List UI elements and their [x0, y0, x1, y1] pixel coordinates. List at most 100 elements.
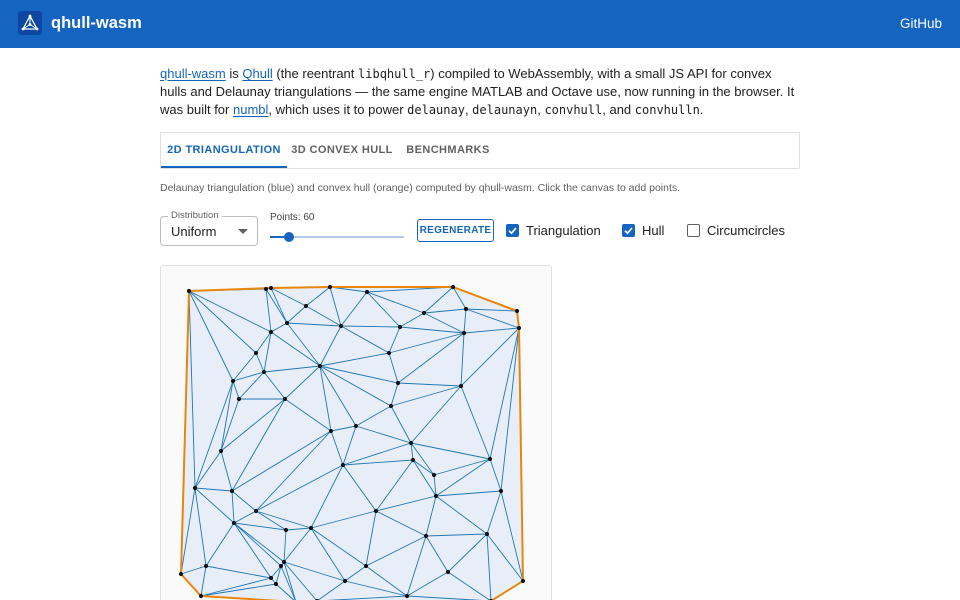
- data-point: [328, 428, 334, 434]
- data-point: [231, 520, 237, 526]
- libqhull-code: libqhull_r: [358, 67, 431, 81]
- data-point: [282, 396, 288, 402]
- delaunayn-code: delaunayn: [472, 103, 538, 117]
- data-point: [421, 310, 427, 316]
- tab-3d-convex-hull[interactable]: 3D CONVEX HULL: [287, 133, 397, 168]
- data-point: [364, 289, 370, 295]
- data-point: [386, 350, 392, 356]
- data-point: [445, 569, 451, 575]
- data-point: [340, 462, 346, 468]
- data-point: [198, 593, 204, 599]
- data-point: [192, 485, 198, 491]
- data-point: [498, 488, 504, 494]
- data-point: [353, 423, 359, 429]
- app-title: qhull-wasm: [51, 14, 142, 32]
- github-link[interactable]: GitHub: [900, 16, 942, 31]
- data-point: [487, 456, 493, 462]
- data-point: [178, 571, 184, 577]
- circumcircles-checkbox[interactable]: Circumcircles: [687, 223, 787, 239]
- data-point: [395, 380, 401, 386]
- tab-benchmarks[interactable]: BENCHMARKS: [399, 133, 497, 168]
- data-point: [203, 563, 209, 569]
- data-point: [261, 369, 267, 375]
- check-icon: [622, 224, 635, 237]
- qhull-wasm-link[interactable]: qhull-wasm: [160, 66, 226, 81]
- data-point: [338, 323, 344, 329]
- data-point: [516, 325, 522, 331]
- distribution-value: Uniform: [171, 224, 217, 239]
- hull-checkbox[interactable]: Hull: [622, 223, 672, 239]
- convhulln-code: convhulln: [634, 103, 700, 117]
- data-point: [410, 457, 416, 463]
- data-point: [520, 578, 526, 584]
- data-point: [373, 508, 379, 514]
- data-point: [433, 493, 439, 499]
- triangulation-plot: [178, 284, 526, 600]
- data-point: [514, 308, 520, 314]
- app-bar: qhull-wasm GitHub: [0, 0, 960, 48]
- data-point: [484, 531, 490, 537]
- data-point: [273, 581, 279, 587]
- data-point: [308, 525, 314, 531]
- data-point: [236, 396, 242, 402]
- data-point: [408, 440, 414, 446]
- triangulation-canvas[interactable]: [160, 265, 552, 600]
- numbl-link[interactable]: numbl: [233, 102, 268, 117]
- intro-text: is: [225, 66, 243, 81]
- data-point: [423, 533, 429, 539]
- data-point: [284, 320, 290, 326]
- data-point: [230, 378, 236, 384]
- canvas-caption: Delaunay triangulation (blue) and convex…: [160, 182, 681, 194]
- intro-text: , which uses it to power: [268, 102, 408, 117]
- data-point: [397, 324, 403, 330]
- data-point: [431, 472, 437, 478]
- data-point: [268, 285, 274, 291]
- data-point: [461, 330, 467, 336]
- data-point: [281, 559, 287, 565]
- triangle-mesh-icon: [18, 11, 42, 35]
- data-point: [253, 508, 259, 514]
- data-point: [450, 284, 456, 290]
- convhull-code: convhull: [544, 103, 603, 117]
- data-point: [404, 593, 410, 599]
- points-label: Points: 60: [270, 212, 315, 223]
- qhull-link[interactable]: Qhull: [242, 66, 272, 81]
- data-point: [463, 306, 469, 312]
- circumcircles-label: Circumcircles: [707, 223, 785, 238]
- checkbox-empty-icon: [687, 224, 700, 237]
- data-point: [317, 363, 323, 369]
- intro-paragraph: qhull-wasm is Qhull (the reentrant libqh…: [160, 65, 800, 119]
- data-point: [278, 563, 284, 569]
- data-point: [268, 329, 274, 335]
- hull-fill: [181, 287, 523, 600]
- data-point: [218, 448, 224, 454]
- data-point: [363, 563, 369, 569]
- data-point: [283, 527, 289, 533]
- data-point: [186, 288, 192, 294]
- check-icon: [506, 224, 519, 237]
- tab-bar: 2D TRIANGULATION 3D CONVEX HULL BENCHMAR…: [160, 132, 800, 169]
- triangulation-checkbox[interactable]: Triangulation: [506, 223, 606, 239]
- data-point: [268, 575, 274, 581]
- data-point: [263, 286, 269, 292]
- tab-2d-triangulation[interactable]: 2D TRIANGULATION: [161, 133, 287, 168]
- distribution-label: Distribution: [168, 210, 222, 221]
- intro-text: , and: [602, 102, 635, 117]
- points-slider[interactable]: [270, 232, 404, 242]
- intro-text: (the reentrant: [272, 66, 359, 81]
- data-point: [342, 578, 348, 584]
- data-point: [229, 488, 235, 494]
- data-point: [327, 284, 333, 290]
- data-point: [388, 403, 394, 409]
- triangulation-label: Triangulation: [526, 223, 601, 238]
- delaunay-code: delaunay: [407, 103, 465, 117]
- regenerate-button[interactable]: REGENERATE: [417, 219, 494, 242]
- slider-thumb[interactable]: [283, 232, 294, 242]
- data-point: [303, 303, 309, 309]
- data-point: [458, 383, 464, 389]
- intro-text: .: [699, 102, 704, 117]
- hull-label: Hull: [642, 223, 665, 238]
- data-point: [253, 350, 259, 356]
- distribution-select[interactable]: Distribution Uniform: [160, 210, 258, 246]
- caret-down-icon: [238, 229, 248, 234]
